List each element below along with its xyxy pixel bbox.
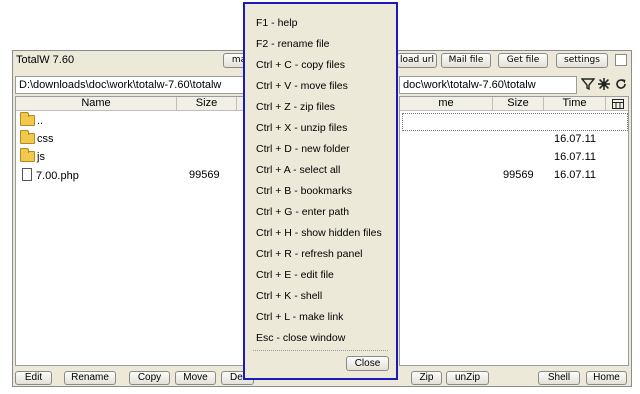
maximize-checkbox[interactable] [615,54,627,66]
left-path-field[interactable]: D:\downloads\doc\work\totalw-7.60\totalw [15,76,247,94]
file-time: 16.07.11 [554,151,597,163]
move-button[interactable]: Move [175,371,216,385]
help-item: Ctrl + B - bookmarks [256,185,352,197]
help-item: Ctrl + K - shell [256,290,323,302]
right-column-time[interactable]: Time [544,97,606,111]
folder-icon [20,148,35,162]
help-item: Ctrl + H - show hidden files [256,227,382,239]
divider [253,350,388,351]
help-item: F2 - rename file [256,38,330,50]
table-row[interactable]: css [16,130,246,148]
file-size: 99569 [189,169,220,181]
right-column-name[interactable]: me [400,97,493,111]
right-path-field[interactable]: doc\work\totalw-7.60\totalw [399,76,577,94]
help-item: Ctrl + Z - zip files [256,101,336,113]
zip-button[interactable]: Zip [411,371,442,385]
file-time: 16.07.11 [554,133,597,145]
download-url-button[interactable]: load url [397,53,437,68]
table-row[interactable]: 99569 16.07.11 [400,166,628,184]
close-button[interactable]: Close [346,356,389,371]
table-row[interactable]: js [16,148,246,166]
gear-icon[interactable] [597,77,611,91]
help-item: Ctrl + C - copy files [256,59,345,71]
help-item: Ctrl + A - select all [256,164,341,176]
help-item: Ctrl + X - unzip files [256,122,348,134]
help-item: Ctrl + R - refresh panel [256,248,363,260]
edit-button[interactable]: Edit [15,371,52,385]
help-item: Ctrl + L - make link [256,311,344,323]
shell-button[interactable]: Shell [538,371,580,385]
table-icon[interactable] [606,97,628,111]
right-column-size[interactable]: Size [493,97,544,111]
unzip-button[interactable]: unZip [446,371,489,385]
selection-cursor [402,113,628,131]
table-row[interactable]: 16.07.11 [400,148,628,166]
help-item: Ctrl + V - move files [256,80,348,92]
app-title: TotalW 7.60 [16,54,75,66]
folder-icon [20,130,35,144]
help-item: Ctrl + G - enter path [256,206,350,218]
refresh-icon[interactable] [614,77,628,91]
get-file-button[interactable]: Get file [498,53,548,68]
left-file-panel[interactable]: Name Size .. css js 7.00.php 99569 [15,96,247,366]
table-row[interactable]: .. [16,112,246,130]
file-name: js [37,151,45,163]
help-item: F1 - help [256,17,298,29]
folder-icon [20,112,35,126]
help-item: Ctrl + E - edit file [256,269,334,281]
home-button[interactable]: Home [586,371,627,385]
left-column-size[interactable]: Size [177,97,237,111]
filter-icon[interactable] [580,77,596,91]
file-icon [22,168,32,181]
left-column-name[interactable]: Name [16,97,177,111]
shortcuts-help-popup: F1 - help F2 - rename file Ctrl + C - co… [243,2,398,380]
mail-file-button[interactable]: Mail file [441,53,491,68]
file-name: css [37,133,54,145]
rename-button[interactable]: Rename [64,371,116,385]
file-name: 7.00.php [36,170,79,182]
file-time: 16.07.11 [554,169,597,181]
settings-button[interactable]: settings [556,53,608,68]
table-row[interactable]: 16.07.11 [400,130,628,148]
file-name: .. [37,115,44,127]
help-item: Ctrl + D - new folder [256,143,350,155]
file-size: 99569 [503,169,534,181]
table-row[interactable]: 7.00.php 99569 [16,166,246,184]
right-file-panel[interactable]: me Size Time 16.07.11 16.07.11 99569 16.… [399,96,629,366]
copy-button[interactable]: Copy [129,371,170,385]
help-item: Esc - close window [256,332,346,344]
